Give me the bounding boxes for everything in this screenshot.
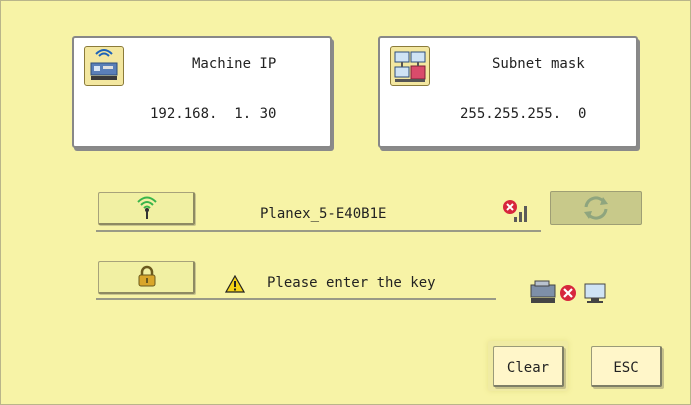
clear-button[interactable]: Clear <box>493 346 564 387</box>
subnet-network-icon <box>390 46 430 86</box>
network-settings-screen: Machine IP 192.168. 1. 30 Subnet mask 25… <box>0 0 691 405</box>
network-machine-icon <box>84 46 124 86</box>
esc-button[interactable]: ESC <box>591 346 662 387</box>
security-key-button[interactable] <box>98 261 195 294</box>
warning-icon <box>224 274 246 297</box>
wifi-select-button[interactable] <box>98 192 195 225</box>
refresh-icon <box>581 195 611 225</box>
machine-ip-title: Machine IP <box>192 56 277 72</box>
machine-ip-value: 192.168. 1. 30 <box>150 106 277 122</box>
subnet-mask-card[interactable]: Subnet mask 255.255.255. 0 <box>378 36 638 148</box>
wifi-underline <box>96 230 541 232</box>
esc-button-label: ESC <box>613 360 639 376</box>
wifi-network-name: Planex_5-E40B1E <box>260 206 387 222</box>
refresh-button[interactable] <box>550 191 642 225</box>
subnet-mask-value: 255.255.255. 0 <box>460 106 587 122</box>
padlock-icon <box>137 265 157 291</box>
wifi-antenna-icon <box>136 194 158 224</box>
key-prompt-message: Please enter the key <box>267 275 436 291</box>
signal-disconnected-icon <box>501 198 531 228</box>
key-underline <box>96 298 496 300</box>
machine-ip-card[interactable]: Machine IP 192.168. 1. 30 <box>72 36 332 148</box>
machine-disconnected-pc-icon <box>529 279 615 311</box>
clear-button-label: Clear <box>506 360 550 376</box>
subnet-mask-title: Subnet mask <box>492 56 585 72</box>
